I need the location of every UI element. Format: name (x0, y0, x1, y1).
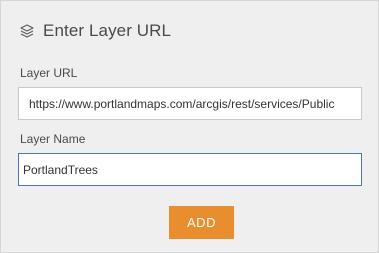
layer-url-label: Layer URL (20, 66, 78, 80)
add-button[interactable]: ADD (169, 206, 234, 239)
panel-title: Enter Layer URL (43, 21, 172, 40)
panel-header: Enter Layer URL (19, 20, 171, 42)
enter-layer-url-panel: Enter Layer URL Layer URL Layer Name ADD (0, 0, 379, 253)
layers-icon (19, 23, 35, 39)
layer-name-label: Layer Name (20, 132, 86, 146)
layer-name-input[interactable] (18, 153, 362, 186)
layer-url-input[interactable] (18, 87, 362, 120)
